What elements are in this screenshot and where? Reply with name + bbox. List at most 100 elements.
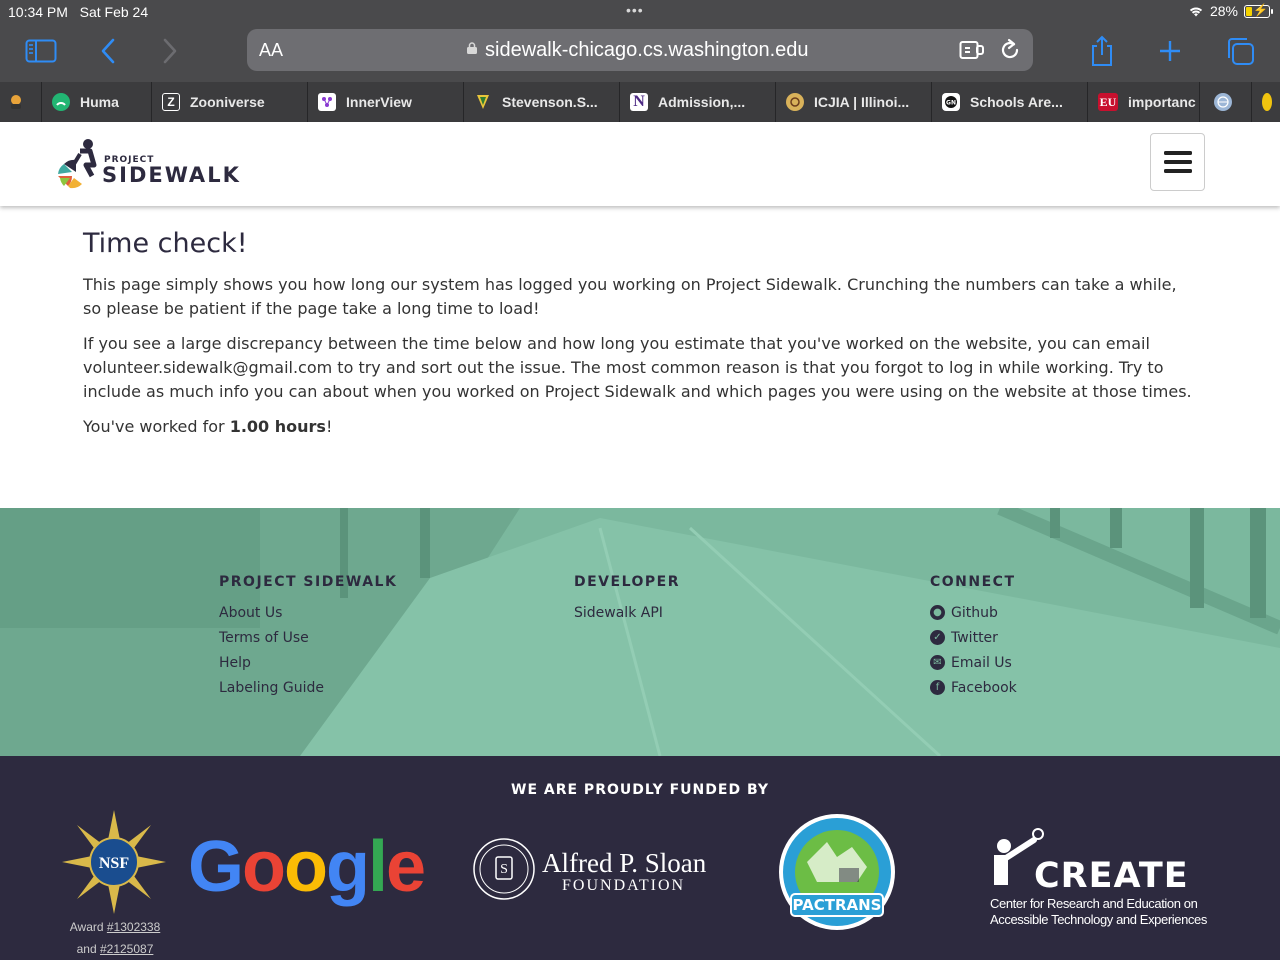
tab-innerview[interactable]: InnerView [308, 82, 464, 122]
sidebar-toggle-icon[interactable] [23, 34, 59, 68]
discrepancy-paragraph: If you see a large discrepancy between t… [83, 334, 1192, 401]
status-right: 28% ⚡ [1188, 2, 1273, 19]
lock-icon [467, 42, 477, 54]
tab-icjia[interactable]: ICJIA | Illinoi... [776, 82, 932, 122]
nsf-award-text: Award #1302338 and #2125087 [56, 916, 174, 960]
sloan-seal-logo[interactable]: S [472, 837, 536, 901]
award-link-1[interactable]: #1302338 [107, 920, 160, 934]
project-sidewalk-logo[interactable]: PROJECT SIDEWALK [56, 138, 246, 192]
site-footer: PROJECT SIDEWALK About Us Terms of Use H… [0, 508, 1280, 756]
zooniverse-icon: Z [162, 93, 180, 111]
footer-heading-project: PROJECT SIDEWALK [219, 574, 398, 590]
facebook-icon: f [930, 680, 945, 695]
funders-title: WE ARE PROUDLY FUNDED BY [511, 782, 769, 798]
email-icon: ✉ [930, 655, 945, 670]
eu-icon: EU [1098, 93, 1118, 111]
tab-label: ICJIA | Illinoi... [814, 94, 910, 110]
hamburger-menu-button[interactable] [1150, 133, 1205, 191]
tab-stevenson[interactable]: Stevenson.S... [464, 82, 620, 122]
footer-heading-connect: CONNECT [930, 574, 1016, 590]
site-header: PROJECT SIDEWALK [0, 122, 1280, 206]
tab-overflow-edge[interactable] [1252, 82, 1272, 122]
footer-link-sidewalk-api[interactable]: Sidewalk API [574, 600, 680, 625]
award-link-2[interactable]: #2125087 [100, 942, 153, 956]
google-letter: G [188, 827, 244, 907]
stevenson-icon [474, 93, 492, 111]
tab-schools[interactable]: GN Schools Are... [932, 82, 1088, 122]
tab-bar: Huma Z Zooniverse InnerView Stevenson.S..… [0, 82, 1280, 122]
footer-link-facebook[interactable]: f Facebook [930, 675, 1017, 700]
worked-suffix: ! [325, 417, 333, 436]
footer-col-project: PROJECT SIDEWALK About Us Terms of Use H… [219, 574, 397, 700]
battery-icon: ⚡ [1244, 2, 1273, 18]
innerview-icon [318, 93, 336, 111]
tab-admission[interactable]: N Admission,... [620, 82, 776, 122]
google-letter: o [284, 827, 328, 907]
status-bar: 10:34 PM Sat Feb 24 ••• 28% ⚡ [0, 0, 1280, 24]
reload-icon[interactable] [999, 38, 1021, 62]
gn-icon: GN [942, 93, 960, 111]
footer-link-github[interactable]: ● Github [930, 600, 1017, 625]
wheelchair-logo-icon [58, 139, 97, 189]
footer-col-developer: DEVELOPER Sidewalk API [574, 574, 680, 625]
footer-link-email[interactable]: ✉ Email Us [930, 650, 1017, 675]
main-content: Time check! This page simply shows you h… [83, 228, 1193, 450]
footer-link-about[interactable]: About Us [219, 600, 397, 625]
sloan-foundation-logo[interactable]: Alfred P. Sloan FOUNDATION [542, 848, 706, 895]
google-letter: l [367, 827, 388, 907]
browser-toolbar: AA sidewalk-chicago.cs.washington.edu [0, 24, 1280, 82]
extension-icon[interactable] [959, 39, 985, 61]
back-icon[interactable] [90, 34, 126, 68]
leaf-icon [52, 93, 70, 111]
footer-link-terms[interactable]: Terms of Use [219, 625, 397, 650]
google-letter: g [325, 827, 370, 907]
create-wordmark: CREATE [1034, 856, 1189, 896]
footer-heading-developer: DEVELOPER [574, 574, 681, 590]
tab-zooniverse[interactable]: Z Zooniverse [152, 82, 308, 122]
create-subtitle: Center for Research and Education on Acc… [990, 896, 1207, 927]
sloan-name: Alfred P. Sloan [542, 848, 707, 878]
globe-icon [1214, 93, 1232, 111]
url-text[interactable]: sidewalk-chicago.cs.washington.edu [485, 39, 809, 62]
address-bar[interactable]: AA sidewalk-chicago.cs.washington.edu [247, 29, 1033, 71]
svg-text:GN: GN [946, 100, 956, 107]
tab-label: Admission,... [658, 94, 746, 110]
footer-link-twitter[interactable]: ✓ Twitter [930, 625, 1017, 650]
tab-huma[interactable]: Huma [42, 82, 152, 122]
worked-prefix: You've worked for [83, 417, 230, 436]
battery-percent: 28% [1209, 3, 1238, 19]
tab-overview-icon[interactable] [1222, 34, 1258, 68]
intro-paragraph: This page simply shows you how long our … [83, 275, 1177, 318]
nsf-logo[interactable]: NSF [62, 810, 166, 914]
google-letter: o [242, 827, 286, 907]
footer-link-label: Email Us [951, 654, 1012, 671]
google-logo[interactable]: Google [188, 826, 426, 908]
charging-bolt-icon: ⚡ [1253, 2, 1268, 17]
funders-section: WE ARE PROUDLY FUNDED BY NSF Award #1302… [0, 756, 1280, 960]
footer-link-help[interactable]: Help [219, 650, 397, 675]
pactrans-logo[interactable]: PACTRANS [777, 812, 897, 932]
footer-link-label: Github [951, 604, 998, 621]
footer-link-labeling-guide[interactable]: Labeling Guide [219, 675, 397, 700]
new-tab-icon[interactable] [1152, 34, 1188, 68]
wifi-icon [1189, 7, 1203, 17]
tab-label: importanc [1128, 94, 1196, 110]
northwestern-icon: N [630, 93, 648, 111]
tab-label: InnerView [346, 94, 412, 110]
clock-time: 10:34 PM [8, 4, 68, 20]
overflow-icon [8, 93, 26, 111]
text-size-button[interactable]: AA [259, 40, 283, 61]
forward-icon[interactable] [152, 34, 188, 68]
footer-col-connect: CONNECT ● Github ✓ Twitter ✉ Email Us f Face… [930, 574, 1017, 700]
street-background-image [0, 508, 1280, 756]
tab-overflow-right[interactable] [1200, 82, 1252, 122]
share-icon[interactable] [1084, 34, 1120, 68]
multitasking-dots-icon[interactable]: ••• [626, 2, 644, 18]
award-prefix: Award [69, 920, 107, 934]
award-and: and [76, 942, 100, 956]
twitter-icon: ✓ [930, 630, 945, 645]
illinois-seal-icon [786, 93, 804, 111]
tab-overflow-left[interactable] [0, 82, 42, 122]
tab-importance[interactable]: EU importanc [1088, 82, 1200, 122]
partial-favicon-icon [1262, 93, 1272, 111]
